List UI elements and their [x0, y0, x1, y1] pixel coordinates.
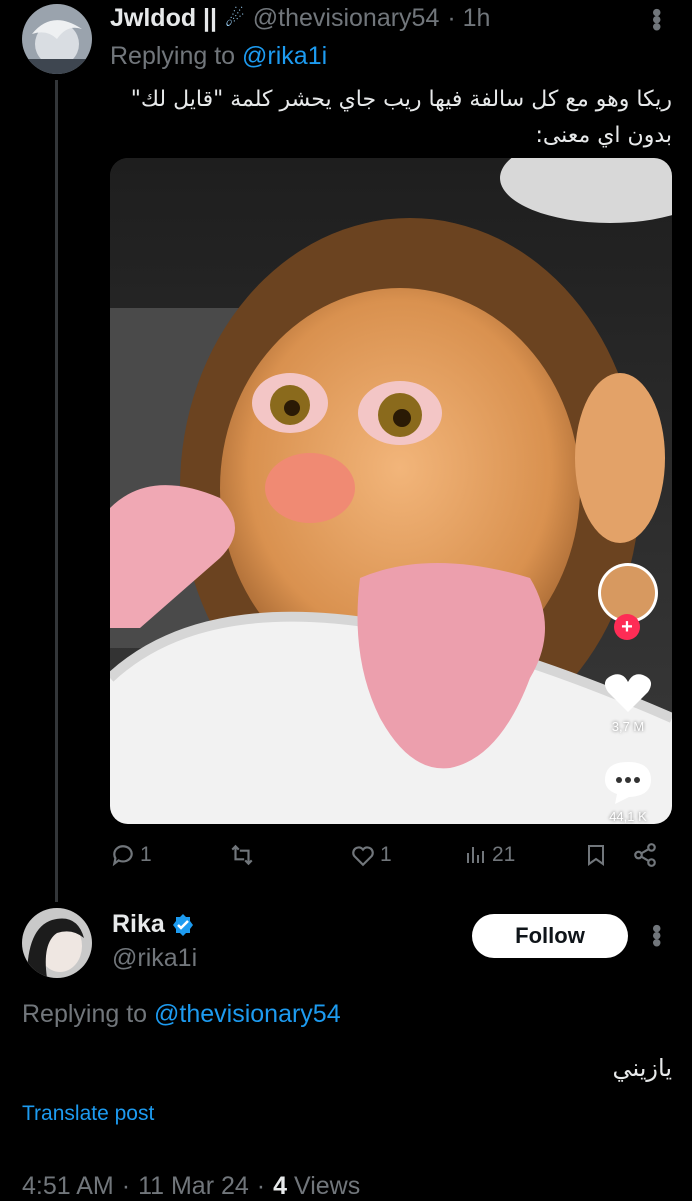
comet-emoji: ☄: [225, 5, 245, 31]
reply-more-icon[interactable]: •••: [642, 924, 672, 945]
author-handle[interactable]: @thevisionary54: [253, 4, 440, 33]
reply-count: 1: [140, 843, 152, 866]
verified-badge-icon: [172, 913, 193, 936]
heart-icon: [604, 674, 652, 712]
share-icon: [634, 843, 656, 867]
reply-author-name[interactable]: Rika: [112, 910, 165, 939]
reply-author-row: Rika: [112, 910, 195, 939]
post-timestamp[interactable]: 4:51 AM: [22, 1172, 114, 1201]
reply-text: يازيني: [612, 1054, 672, 1082]
author-avatar[interactable]: [22, 4, 92, 74]
video-comment-count: 44,1 K: [609, 809, 647, 824]
like-button[interactable]: 1: [350, 842, 392, 868]
replying-to: Replying to @rika1i: [110, 42, 327, 71]
tweet1-text: ريكا وهو مع كل سالفة فيها ريب جاي يحشر ك…: [110, 82, 672, 154]
video-like-control[interactable]: 3,7 M: [603, 672, 653, 734]
tweet1-text-line2: بدون اي معنى:: [535, 123, 672, 148]
comment-bubble-icon: [605, 762, 651, 804]
post-meta: 4:51 AM · 11 Mar 24 · 4 Views: [22, 1172, 360, 1201]
share-button[interactable]: [632, 842, 658, 868]
post-time[interactable]: · 1h: [447, 4, 490, 33]
repost-button[interactable]: [228, 842, 260, 868]
reply-button[interactable]: 1: [110, 842, 152, 868]
tweet1-text-line1: ريكا وهو مع كل سالفة فيها ريب جاي يحشر ك…: [130, 87, 672, 112]
more-icon[interactable]: •••: [642, 8, 672, 29]
like-count: 1: [380, 843, 392, 866]
reply-replying-prefix: Replying to: [22, 1000, 148, 1028]
bookmark-icon: [588, 845, 604, 866]
reply-replying-to: Replying to @thevisionary54: [22, 1000, 341, 1029]
tweet1-header: Jwldod || ☄ @thevisionary54 · 1h: [110, 4, 490, 33]
views-number: 4: [273, 1172, 288, 1200]
replying-prefix: Replying to: [110, 42, 236, 70]
bookmark-button[interactable]: [584, 842, 608, 868]
replying-handle-link[interactable]: @rika1i: [242, 42, 327, 70]
video-media[interactable]: [110, 158, 672, 824]
video-like-count: 3,7 M: [611, 719, 645, 734]
follow-button[interactable]: Follow: [472, 914, 628, 958]
video-comment-control[interactable]: 44,1 K: [603, 760, 653, 824]
views-count: 21: [492, 843, 516, 866]
reply-author-handle[interactable]: @rika1i: [112, 944, 197, 973]
author-name[interactable]: Jwldod ||: [110, 4, 217, 33]
like-icon: [352, 846, 374, 867]
reply-author-avatar[interactable]: [22, 908, 92, 978]
translate-post-link[interactable]: Translate post: [22, 1102, 154, 1126]
views-button[interactable]: 21: [464, 842, 515, 868]
views-label: Views: [293, 1172, 361, 1200]
repost-icon: [231, 844, 253, 866]
video-plus-label: +: [621, 615, 633, 638]
views-icon: [467, 847, 484, 863]
reply-icon: [112, 845, 133, 867]
reply-replying-handle-link[interactable]: @thevisionary54: [154, 1000, 341, 1028]
views-stat[interactable]: 4 Views: [273, 1172, 360, 1201]
post-date[interactable]: 11 Mar 24: [138, 1172, 249, 1201]
meta-separator: ·: [256, 1172, 266, 1200]
meta-separator: ·: [121, 1172, 131, 1200]
video-follow-plus-icon[interactable]: +: [614, 614, 640, 640]
thread-line: [55, 80, 58, 902]
